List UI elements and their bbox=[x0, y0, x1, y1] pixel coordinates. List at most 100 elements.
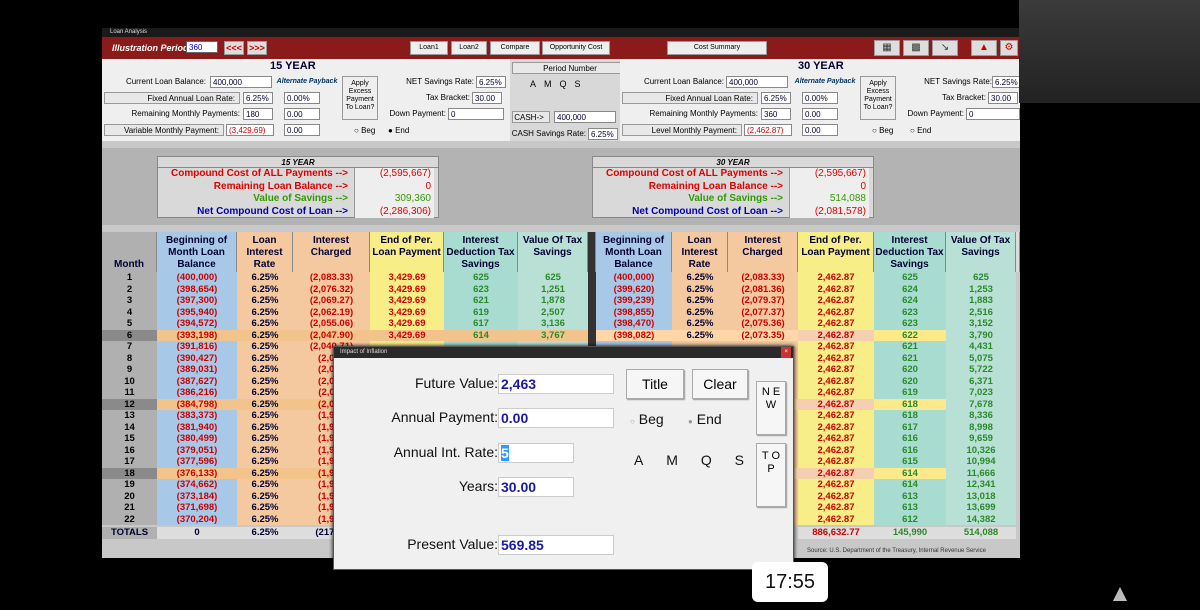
left-alt-remaining-input[interactable]: 0.00 bbox=[284, 108, 320, 120]
table-cell: 614 bbox=[874, 467, 946, 479]
grid-divider bbox=[588, 272, 596, 284]
table-cell: 2,507 bbox=[518, 306, 588, 318]
right-down-payment-input[interactable]: 0 bbox=[966, 108, 1020, 120]
col-header: Interest Charged bbox=[728, 232, 798, 272]
summary-left-row: Net Compound Cost of Loan --> (2,286,306) bbox=[158, 205, 438, 218]
right-level-payment-button[interactable]: Level Monthly Payment: bbox=[622, 124, 742, 136]
future-value-label: Future Value: bbox=[414, 375, 498, 391]
left-current-balance-input[interactable]: 400,000 bbox=[210, 76, 272, 88]
left-variable-payment-input[interactable]: (3,429.69) bbox=[226, 124, 274, 136]
cash-value-input[interactable]: 400,000 bbox=[554, 111, 616, 123]
illustration-period-input[interactable]: 360 bbox=[186, 41, 218, 53]
right-current-balance-input[interactable]: 400,000 bbox=[726, 76, 788, 88]
right-alt-remaining-input[interactable]: 0.00 bbox=[802, 108, 838, 120]
col-header: Value Of Tax Savings bbox=[518, 232, 588, 272]
clear-button[interactable]: Clear bbox=[692, 369, 748, 399]
right-tax-bracket-input[interactable]: 30.00 bbox=[988, 92, 1018, 104]
table-cell: 625 bbox=[444, 272, 518, 284]
left-remaining-input[interactable]: 180 bbox=[243, 108, 273, 120]
table-cell: 6.25% bbox=[672, 272, 728, 284]
table-cell: 3,152 bbox=[946, 318, 1016, 330]
table-cell: 3,767 bbox=[518, 329, 588, 341]
left-net-savings-input[interactable]: 6.25% bbox=[476, 76, 506, 88]
left-alt-rate-input[interactable]: 0.00% bbox=[284, 92, 320, 104]
period-q[interactable]: Q bbox=[560, 79, 575, 89]
period-s[interactable]: S bbox=[575, 79, 589, 89]
cost-summary-button[interactable]: Cost Summary bbox=[667, 41, 767, 55]
right-alt-rate-input[interactable]: 0.00% bbox=[802, 92, 838, 104]
table-cell: 618 bbox=[874, 410, 946, 422]
table-cell: 617 bbox=[444, 318, 518, 330]
cash-button[interactable]: CASH-> bbox=[512, 111, 550, 123]
right-remaining-label: Remaining Monthly Payments: bbox=[649, 109, 759, 118]
right-loan-panel: 30 YEAR Current Loan Balance: 400,000 Al… bbox=[620, 59, 1020, 141]
period-a[interactable]: A bbox=[530, 79, 544, 89]
table-cell: 3 bbox=[102, 295, 157, 307]
tab-compare[interactable]: Compare bbox=[490, 41, 540, 55]
left-down-payment-input[interactable]: 0 bbox=[448, 108, 504, 120]
right-beg-radio[interactable]: ○ Beg bbox=[872, 126, 893, 135]
years-input[interactable]: 30.00 bbox=[498, 477, 574, 497]
right-apply-excess-button[interactable]: Apply Excess Payment To Loan? bbox=[860, 76, 896, 120]
end-radio[interactable]: ● End bbox=[688, 411, 722, 427]
totals-cell: 0 bbox=[157, 527, 237, 539]
right-end-radio[interactable]: ○ End bbox=[910, 126, 931, 135]
close-icon[interactable]: × bbox=[781, 347, 791, 358]
gear-icon[interactable]: ⚙ bbox=[1000, 40, 1018, 56]
period-radio-group[interactable]: AMQS bbox=[530, 79, 610, 89]
right-fixed-rate-button[interactable]: Fixed Annual Loan Rate: bbox=[622, 92, 758, 104]
table-cell: (374,662) bbox=[157, 479, 237, 491]
new-button[interactable]: N E W bbox=[756, 381, 786, 435]
left-variable-payment-button[interactable]: Variable Monthly Payment: bbox=[104, 124, 224, 136]
period-s-label[interactable]: S bbox=[735, 452, 744, 468]
annual-payment-input[interactable]: 0.00 bbox=[498, 408, 614, 428]
period-m[interactable]: M bbox=[544, 79, 560, 89]
right-fixed-rate-input[interactable]: 6.25% bbox=[761, 92, 791, 104]
left-end-radio[interactable]: ● End bbox=[388, 126, 409, 135]
future-value-input[interactable]: 2,463 bbox=[498, 374, 614, 394]
tab-opportunity-cost[interactable]: Opportunity Cost bbox=[542, 41, 610, 55]
right-level-payment-input[interactable]: (2,462.87) bbox=[744, 124, 792, 136]
table-cell: 21 bbox=[102, 502, 157, 514]
table-cell: (390,427) bbox=[157, 352, 237, 364]
prev-period-button[interactable]: <<< bbox=[224, 41, 244, 55]
period-radio-group[interactable]: A M Q S bbox=[634, 452, 744, 468]
table-cell: 1,878 bbox=[518, 295, 588, 307]
center-period-panel: Period Number AMQS CASH-> 400,000 CASH S… bbox=[510, 59, 632, 141]
table-cell: 6,371 bbox=[946, 375, 1016, 387]
title-button[interactable]: Title bbox=[626, 369, 684, 399]
present-value-input[interactable]: 569.85 bbox=[498, 535, 614, 555]
grid-divider bbox=[588, 306, 596, 318]
beg-radio[interactable]: ○ Beg bbox=[630, 411, 664, 427]
cash-rate-input[interactable]: 6.25% bbox=[588, 128, 618, 140]
period-m-label[interactable]: M bbox=[666, 452, 678, 468]
table-cell: 8,336 bbox=[946, 410, 1016, 422]
table-cell: 625 bbox=[874, 272, 946, 284]
car-icon[interactable]: ▲ bbox=[971, 40, 997, 56]
left-fixed-rate-input[interactable]: 6.25% bbox=[243, 92, 273, 104]
top-button[interactable]: T O P bbox=[756, 443, 786, 507]
toolbar: Illustration Period: 360 <<< >>> Loan1 L… bbox=[102, 37, 1020, 59]
right-net-savings-input[interactable]: 6.25% bbox=[992, 76, 1020, 88]
tab-loan1[interactable]: Loan1 bbox=[410, 41, 448, 55]
table-cell: 613 bbox=[874, 490, 946, 502]
calculator-icon[interactable]: ▩ bbox=[903, 40, 929, 56]
chart-icon[interactable]: ↘ bbox=[932, 40, 958, 56]
left-alt-variable-input[interactable]: 0.00 bbox=[284, 124, 320, 136]
table-cell: 612 bbox=[874, 513, 946, 525]
left-tax-bracket-input[interactable]: 30.00 bbox=[472, 92, 502, 104]
next-period-button[interactable]: >>> bbox=[247, 41, 267, 55]
annual-int-rate-input[interactable]: 5 bbox=[498, 443, 574, 463]
period-number-button[interactable]: Period Number bbox=[512, 62, 632, 74]
table-cell: 620 bbox=[874, 364, 946, 376]
tab-loan2[interactable]: Loan2 bbox=[451, 41, 487, 55]
table-cell: 623 bbox=[444, 283, 518, 295]
left-fixed-rate-button[interactable]: Fixed Annual Loan Rate: bbox=[104, 92, 240, 104]
table-cell: (397,300) bbox=[157, 295, 237, 307]
period-q-label[interactable]: Q bbox=[701, 452, 712, 468]
left-beg-radio[interactable]: ○ Beg bbox=[354, 126, 375, 135]
right-alt-level-input[interactable]: 0.00 bbox=[802, 124, 838, 136]
period-a-label[interactable]: A bbox=[634, 452, 643, 468]
right-remaining-input[interactable]: 360 bbox=[761, 108, 791, 120]
table-icon[interactable]: ▦ bbox=[874, 40, 900, 56]
